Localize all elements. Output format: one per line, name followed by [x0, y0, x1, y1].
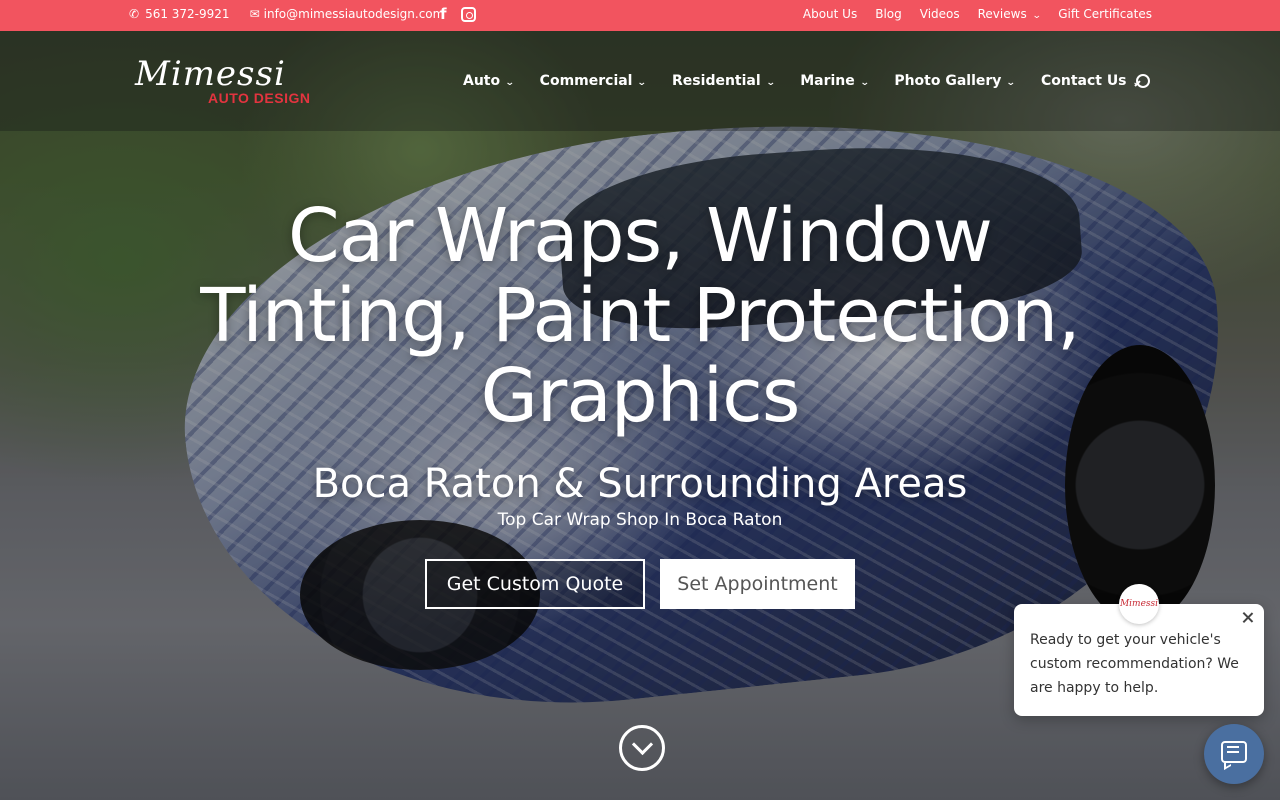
nav-commercial[interactable]: Commercial ⌄ [539, 73, 648, 89]
chat-message: Ready to get your vehicle's custom recom… [1030, 632, 1239, 696]
hero-tagline: Top Car Wrap Shop In Boca Raton [497, 510, 783, 530]
top-bar: ✆ 561 372-9921 ✉ info@mimessiautodesign.… [0, 0, 1280, 31]
instagram-icon[interactable] [460, 7, 476, 22]
nav-marine-label: Marine [800, 73, 855, 89]
nav-blog[interactable]: Blog [875, 7, 902, 21]
nav-videos[interactable]: Videos [920, 7, 960, 21]
nav-residential[interactable]: Residential ⌄ [672, 73, 776, 89]
nav-commercial-label: Commercial [539, 73, 633, 89]
logo-subtitle: AUTO DESIGN [208, 90, 311, 106]
search-icon[interactable] [1134, 74, 1150, 90]
social-links: f [440, 6, 476, 22]
scroll-down-icon[interactable] [619, 725, 665, 771]
nav-photo-gallery[interactable]: Photo Gallery ⌄ [894, 73, 1017, 89]
main-header: Mimessi AUTO DESIGN Auto ⌄ Commercial ⌄ Re… [0, 31, 1280, 131]
headline-line-2: Tinting, Paint Protection, [200, 273, 1080, 359]
set-appointment-button[interactable]: Set Appointment [660, 559, 855, 609]
headline-line-3: Graphics [480, 353, 801, 439]
chevron-down-icon: ⌄ [1031, 11, 1042, 21]
nav-auto-label: Auto [463, 73, 501, 89]
chevron-down-icon: ⌄ [765, 78, 776, 88]
phone-number[interactable]: 561 372-9921 [145, 7, 230, 21]
chat-icon [1221, 741, 1247, 763]
chat-launcher-button[interactable] [1204, 724, 1264, 784]
nav-about-us[interactable]: About Us [803, 7, 857, 21]
nav-reviews-label: Reviews [977, 7, 1027, 21]
chevron-down-icon: ⌄ [637, 78, 648, 88]
logo-script: Mimessi [135, 54, 286, 94]
nav-marine[interactable]: Marine ⌄ [800, 73, 870, 89]
hero-subheadline: Boca Raton & Surrounding Areas [312, 461, 968, 507]
chat-avatar: Mimessi [1119, 584, 1159, 624]
contact-info: ✆ 561 372-9921 ✉ info@mimessiautodesign.… [129, 7, 444, 21]
nav-gift-certificates[interactable]: Gift Certificates [1058, 7, 1152, 21]
email-address[interactable]: info@mimessiautodesign.com [264, 7, 445, 21]
secondary-nav: About Us Blog Videos Reviews ⌄ Gift Certi… [803, 7, 1152, 21]
hero-headline: Car Wraps, Window Tinting, Paint Protect… [140, 196, 1140, 436]
close-icon[interactable] [1240, 610, 1256, 626]
email-icon: ✉ [249, 7, 260, 21]
nav-auto[interactable]: Auto ⌄ [463, 73, 515, 89]
chevron-down-icon: ⌄ [859, 78, 870, 88]
chevron-down-icon: ⌄ [1006, 78, 1017, 88]
nav-photo-gallery-label: Photo Gallery [894, 73, 1002, 89]
main-nav: Auto ⌄ Commercial ⌄ Residential ⌄ Marine ⌄ P… [463, 73, 1141, 89]
get-custom-quote-button[interactable]: Get Custom Quote [425, 559, 645, 609]
nav-reviews[interactable]: Reviews ⌄ [977, 7, 1042, 21]
headline-line-1: Car Wraps, Window [288, 193, 993, 279]
chat-avatar-logo: Mimessi [1119, 599, 1159, 609]
nav-residential-label: Residential [672, 73, 761, 89]
nav-contact-us[interactable]: Contact Us ⌄ [1040, 73, 1141, 89]
phone-icon: ✆ [129, 7, 140, 21]
chevron-down-icon: ⌄ [504, 78, 515, 88]
facebook-icon[interactable]: f [440, 6, 447, 22]
logo[interactable]: Mimessi AUTO DESIGN [135, 55, 335, 110]
nav-contact-us-label: Contact Us [1040, 73, 1127, 89]
